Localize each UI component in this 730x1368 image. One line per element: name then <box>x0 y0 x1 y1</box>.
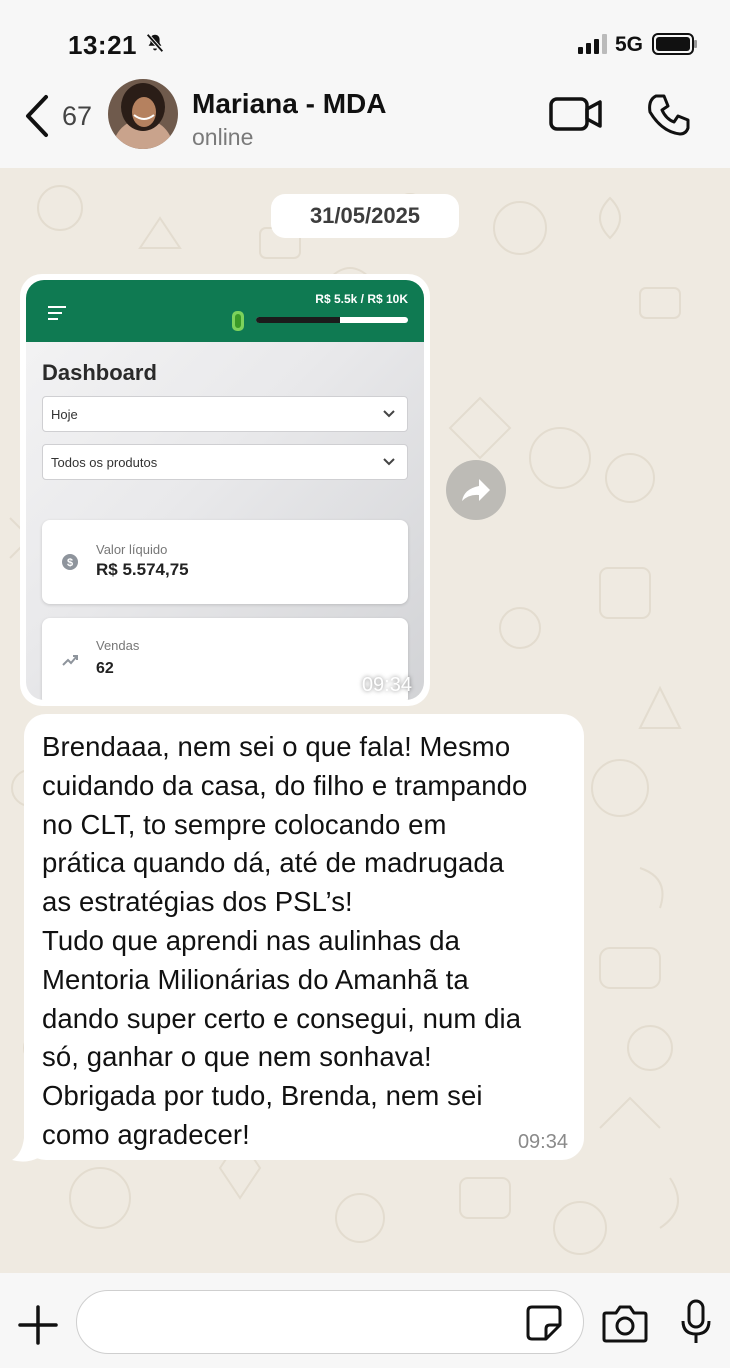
avatar[interactable] <box>108 79 178 149</box>
forward-icon <box>462 479 490 501</box>
unread-count: 67 <box>62 100 93 131</box>
input-bar <box>0 1273 730 1368</box>
product-select-value: Todos os produtos <box>51 454 158 470</box>
status-time: 13:21 <box>68 30 137 60</box>
back-chevron-icon <box>26 95 48 137</box>
product-select: Todos os produtos <box>42 444 408 480</box>
bell-off-icon <box>146 33 164 53</box>
battery-icon <box>652 33 697 55</box>
chevron-down-icon <box>383 410 395 418</box>
gem-icon <box>232 311 244 331</box>
text-message[interactable]: Brendaaa, nem sei o que fala! Mesmo cuid… <box>24 714 584 1160</box>
dollar-icon: $ <box>62 554 78 570</box>
plus-icon[interactable] <box>18 1305 58 1345</box>
goal-progress-fill <box>256 317 340 323</box>
back-button[interactable]: 67 <box>22 92 108 140</box>
contact-status: online <box>192 124 254 150</box>
screenshot-topbar: R$ 5.5k / R$ 10K <box>26 280 424 342</box>
date-separator: 31/05/2025 <box>271 194 459 238</box>
goal-text: R$ 5.5k / R$ 10K <box>315 292 408 306</box>
message-input[interactable] <box>76 1290 584 1354</box>
phone-icon[interactable] <box>646 92 692 138</box>
sales-card: Vendas 62 <box>42 618 408 700</box>
dashboard-screenshot[interactable]: R$ 5.5k / R$ 10K Dashboard Hoje Todos os… <box>26 280 424 700</box>
status-bar: 13:21 5G <box>0 0 730 70</box>
chevron-down-icon <box>383 458 395 466</box>
sales-value: 62 <box>96 660 114 677</box>
dashboard-title: Dashboard <box>42 360 157 385</box>
period-select: Hoje <box>42 396 408 432</box>
signal-icon <box>578 34 607 54</box>
net-value-card: $ Valor líquido R$ 5.574,75 <box>42 520 408 604</box>
message-text: Brendaaa, nem sei o que fala! Mesmo cuid… <box>42 731 528 1150</box>
net-value: R$ 5.574,75 <box>96 560 189 579</box>
video-call-icon[interactable] <box>548 94 604 134</box>
microphone-icon[interactable] <box>680 1299 712 1345</box>
trend-up-icon <box>62 655 78 666</box>
goal-progress-bar <box>256 317 408 323</box>
chat-header: 67 Mariana - MDA online <box>0 70 730 168</box>
svg-text:$: $ <box>67 557 73 569</box>
menu-icon <box>48 306 66 320</box>
camera-icon[interactable] <box>602 1303 648 1343</box>
sticker-icon[interactable] <box>524 1303 564 1343</box>
contact-name[interactable]: Mariana - MDA <box>192 88 386 120</box>
period-select-value: Hoje <box>51 406 78 422</box>
net-value-label: Valor líquido <box>96 542 168 557</box>
forward-button[interactable] <box>446 460 506 520</box>
image-message[interactable]: R$ 5.5k / R$ 10K Dashboard Hoje Todos os… <box>20 274 430 706</box>
text-message-time: 09:34 <box>517 1131 568 1153</box>
network-label: 5G <box>615 33 644 56</box>
chat-area[interactable]: 31/05/2025 R$ 5.5k / R$ 10K Dashboard Ho… <box>0 168 730 1273</box>
sales-label: Vendas <box>96 638 140 653</box>
image-message-time: 09:34 <box>361 674 412 696</box>
